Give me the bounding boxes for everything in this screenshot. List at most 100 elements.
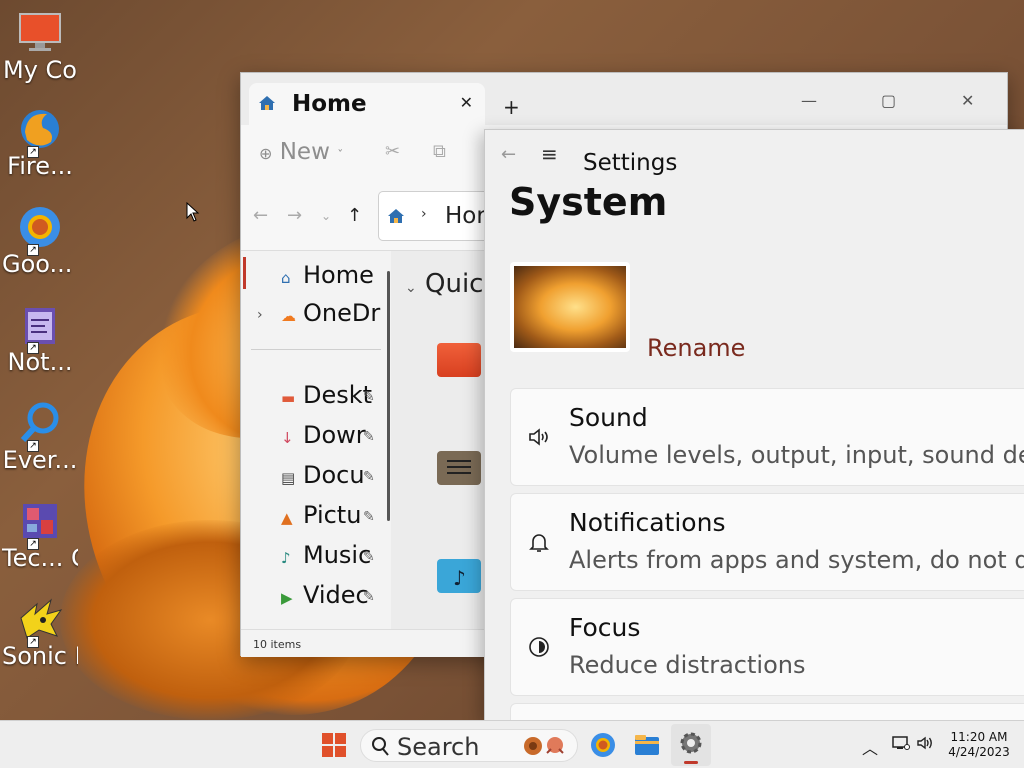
pin-icon[interactable]: ✎ bbox=[363, 509, 375, 525]
sidebar-item-label: Home bbox=[303, 261, 374, 289]
sidebar-item-documents[interactable]: ▤ Docu bbox=[281, 461, 365, 489]
sidebar-item-label: Deskt bbox=[303, 381, 373, 409]
sidebar-item-pictures[interactable]: ▲ Pictu bbox=[281, 501, 361, 529]
notepad-icon: ↗ bbox=[17, 302, 63, 354]
chevron-down-icon: ⌄ bbox=[405, 280, 417, 296]
card-title: Sound bbox=[569, 403, 648, 432]
sidebar-item-music[interactable]: ♪ Music bbox=[281, 541, 371, 569]
folder-documents-icon[interactable] bbox=[437, 451, 481, 485]
system-clock[interactable]: 11:20 AM 4/24/2023 bbox=[946, 730, 1012, 760]
desktop-icon-my-computer[interactable]: My Co bbox=[2, 10, 78, 85]
new-tab-button[interactable]: + bbox=[503, 95, 520, 119]
close-tab-icon[interactable]: ✕ bbox=[460, 93, 473, 112]
card-subtitle: Volume levels, output, input, sound dev bbox=[569, 441, 1024, 469]
desktop-icon-sonic[interactable]: ↗ Sonic Rob... bbox=[2, 596, 78, 671]
desktop-icon-firefox[interactable]: ↗ Fire... bbox=[2, 106, 78, 181]
search-label: Search bbox=[397, 733, 480, 761]
desktop-icon-label: Sonic Rob... bbox=[2, 642, 78, 670]
device-wallpaper-thumbnail bbox=[510, 262, 630, 352]
chevron-up-icon[interactable]: ︿ bbox=[862, 735, 878, 759]
new-label: New bbox=[279, 139, 330, 165]
windows-logo-icon bbox=[322, 733, 333, 744]
tab-home[interactable]: Home ✕ bbox=[249, 83, 485, 125]
close-window-button[interactable]: ✕ bbox=[961, 91, 974, 110]
speaker-icon bbox=[527, 425, 551, 449]
desktop-icon-label: Ever... bbox=[2, 446, 78, 474]
taskbar-search[interactable]: Search bbox=[360, 729, 578, 762]
search-icon bbox=[371, 736, 389, 760]
sonic-icon: ↗ bbox=[17, 596, 63, 648]
shortcut-arrow-icon: ↗ bbox=[27, 342, 39, 354]
sidebar-item-label: Dowr bbox=[303, 421, 366, 449]
maximize-button[interactable]: ▢ bbox=[881, 91, 896, 110]
shortcut-arrow-icon: ↗ bbox=[27, 636, 39, 648]
item-count: 10 items bbox=[253, 638, 302, 651]
file-explorer-taskbar-icon[interactable] bbox=[632, 730, 662, 760]
divider bbox=[251, 349, 381, 350]
settings-card-next[interactable] bbox=[510, 703, 1024, 721]
pin-icon[interactable]: ✎ bbox=[363, 549, 375, 565]
windows-logo-icon bbox=[335, 733, 346, 744]
folder-music-icon[interactable]: ♪ bbox=[437, 559, 481, 593]
app-icon: ↗ bbox=[17, 498, 63, 550]
desktop-icon-notepad[interactable]: ↗ Not... bbox=[2, 302, 78, 377]
sidebar-item-label: Videc bbox=[303, 581, 369, 609]
scrollbar[interactable] bbox=[387, 271, 390, 521]
clock-time: 11:20 AM bbox=[950, 730, 1008, 744]
up-arrow-icon[interactable]: ↑ bbox=[347, 205, 362, 226]
settings-card-notifications[interactable]: Notifications Alerts from apps and syste… bbox=[510, 493, 1024, 591]
settings-card-focus[interactable]: Focus Reduce distractions bbox=[510, 598, 1024, 696]
navigation-pane: ⌂ Home › ☁ OneDr ▬ Deskt ✎ ↓ Dowr ✎ ▤ Docu ✎ … bbox=[241, 251, 391, 629]
sidebar-item-videos[interactable]: ▶ Videc bbox=[281, 581, 369, 609]
settings-taskbar-button[interactable] bbox=[671, 724, 711, 766]
settings-card-sound[interactable]: Sound Volume levels, output, input, soun… bbox=[510, 388, 1024, 486]
pictures-icon: ▲ bbox=[281, 509, 293, 527]
sidebar-item-label: Docu bbox=[303, 461, 365, 489]
network-icon[interactable] bbox=[892, 735, 910, 755]
focus-icon bbox=[527, 635, 551, 659]
document-icon: ▤ bbox=[281, 469, 296, 487]
shortcut-arrow-icon: ↗ bbox=[27, 440, 39, 452]
hamburger-menu-icon[interactable]: ≡ bbox=[541, 142, 558, 166]
minimize-button[interactable]: — bbox=[801, 91, 817, 110]
pin-icon[interactable]: ✎ bbox=[363, 589, 375, 605]
forward-arrow-icon[interactable]: → bbox=[287, 205, 302, 226]
expand-chevron-icon[interactable]: › bbox=[257, 307, 263, 323]
sidebar-item-label: Pictu bbox=[303, 501, 362, 529]
desktop-icon-label: Goo... Chr bbox=[2, 250, 78, 278]
sidebar-item-onedrive[interactable]: ☁ OneDr bbox=[281, 299, 380, 327]
folder-desktop-icon[interactable] bbox=[437, 343, 481, 377]
start-button[interactable] bbox=[322, 733, 346, 757]
active-indicator bbox=[684, 761, 698, 764]
new-button[interactable]: ⊕ New ˇ bbox=[259, 139, 343, 165]
plus-circle-icon: ⊕ bbox=[259, 144, 273, 163]
home-icon bbox=[258, 95, 276, 115]
cut-icon[interactable]: ✂ bbox=[385, 141, 400, 162]
pin-icon[interactable]: ✎ bbox=[363, 389, 375, 405]
breadcrumb-chevron-icon: › bbox=[421, 206, 427, 222]
everything-search-icon: ↗ bbox=[17, 400, 63, 452]
desktop-icon-everything[interactable]: ↗ Ever... bbox=[2, 400, 78, 475]
windows-logo-icon bbox=[322, 746, 333, 757]
sidebar-item-desktop[interactable]: ▬ Deskt bbox=[281, 381, 372, 409]
volume-icon[interactable] bbox=[916, 735, 934, 755]
sidebar-item-downloads[interactable]: ↓ Dowr bbox=[281, 421, 366, 449]
search-highlight-icon bbox=[521, 735, 569, 761]
onedrive-icon: ☁ bbox=[281, 307, 296, 325]
card-title: Notifications bbox=[569, 508, 726, 537]
copy-icon[interactable]: ⧉ bbox=[433, 141, 446, 162]
back-arrow-icon[interactable]: ← bbox=[253, 205, 268, 226]
desktop-icon-tec[interactable]: ↗ Tec... C bbox=[2, 498, 78, 573]
desktop-icon-chrome[interactable]: ↗ Goo... Chr bbox=[2, 204, 78, 279]
address-text: Hor bbox=[445, 203, 486, 229]
sidebar-item-home[interactable]: ⌂ Home bbox=[281, 261, 374, 289]
pin-icon[interactable]: ✎ bbox=[363, 469, 375, 485]
chevron-down-icon[interactable]: ⌄ bbox=[321, 209, 331, 223]
chrome-icon: ↗ bbox=[17, 204, 63, 256]
tab-title: Home bbox=[292, 91, 367, 117]
rename-link[interactable]: Rename bbox=[647, 334, 745, 362]
chrome-taskbar-icon[interactable] bbox=[588, 730, 618, 760]
taskbar: Search ︿ 11:20 AM 4/24/2023 bbox=[0, 720, 1024, 768]
back-arrow-icon[interactable]: ← bbox=[501, 144, 516, 165]
pin-icon[interactable]: ✎ bbox=[363, 429, 375, 445]
